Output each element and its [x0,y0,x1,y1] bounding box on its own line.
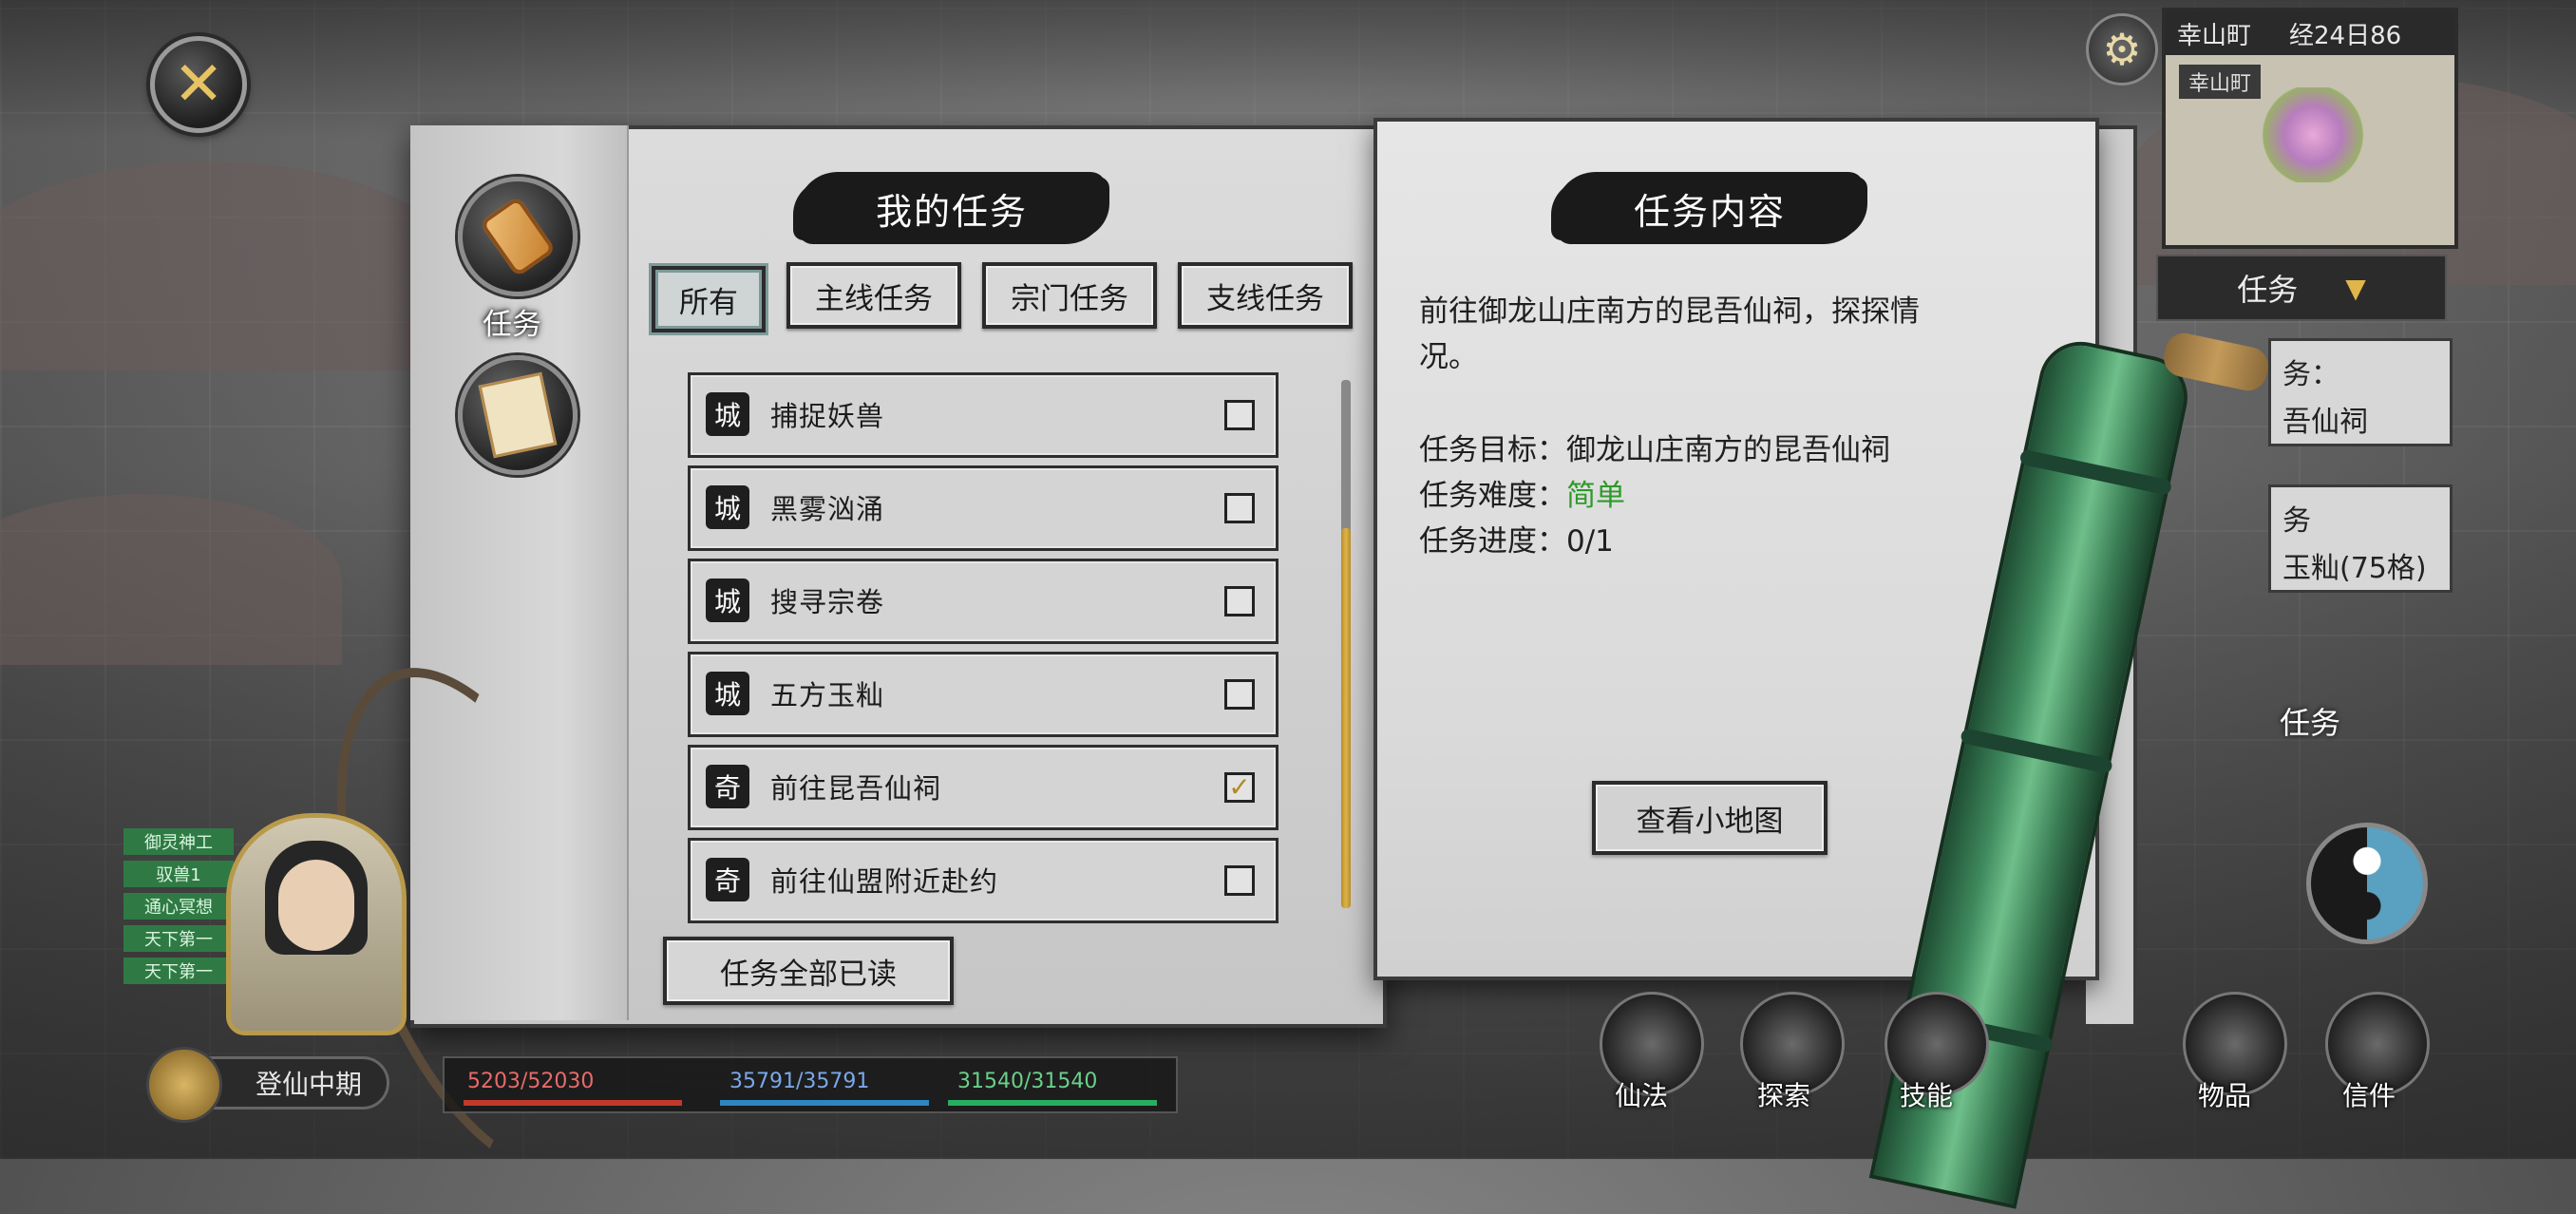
quest-progress: 任务进度：0/1 [1419,524,1614,559]
quest-checkbox[interactable] [1224,586,1255,616]
quest-row[interactable]: 城 黑雾汹涌 [688,465,1279,551]
quest-row-selected[interactable]: 奇 前往昆吾仙祠 ✓ [688,745,1279,830]
nav-letters-button[interactable] [458,355,578,475]
sp-bar [948,1100,1157,1106]
quest-description: 前往御龙山庄南方的昆吾仙祠，探探情 况。 [1419,294,1920,374]
quest-type-badge: 奇 [706,765,749,808]
dropdown-arrow-icon: ▼ [2345,272,2366,304]
scroll-icon [479,195,557,278]
quest-name: 前往仙盟附近赴约 [770,865,999,898]
quest-checkbox[interactable] [1224,865,1255,896]
minimap-location: 幸山町 [2179,65,2262,99]
bamboo-node [2018,448,2173,496]
quest-name: 前往昆吾仙祠 [770,772,942,805]
buff-list: 御灵神工 驭兽1 通心冥想 天下第一 天下第一 [123,828,234,990]
quest-row[interactable]: 奇 前往仙盟附近赴约 [688,838,1279,923]
task-side-label: 任务 [2280,705,2341,741]
quest-checkbox[interactable] [1224,400,1255,430]
difficulty-value: 简单 [1566,479,1625,513]
sp-value: 31540/31540 [957,1070,1098,1093]
quest-target: 任务目标：御龙山庄南方的昆吾仙祠 [1419,433,1890,467]
settings-button[interactable]: ⚙ [2086,13,2158,85]
stage-icon [146,1047,222,1123]
bag-label: 物品 [2198,1080,2252,1111]
quest-difficulty: 任务难度：简单 [1419,479,1625,513]
quest-row[interactable]: 城 搜寻宗卷 [688,559,1279,644]
quest-checkbox[interactable] [1224,493,1255,523]
minimap[interactable]: 幸山町 经24日86 幸山町 [2162,8,2458,249]
mp-bar [720,1100,929,1106]
minimap-marker [2261,87,2365,182]
tab-all[interactable]: 所有 [652,266,766,332]
quest-row[interactable]: 城 五方玉籼 [688,652,1279,737]
quest-checkbox-checked[interactable]: ✓ [1224,772,1255,803]
yinyang-icon[interactable] [2306,823,2428,944]
letter-icon [478,371,558,459]
close-icon: ✕ [173,49,224,120]
quest-name: 黑雾汹涌 [770,493,885,525]
quest-name: 捕捉妖兽 [770,400,885,432]
quest-row[interactable]: 城 捕捉妖兽 [688,372,1279,458]
tab-side-quests[interactable]: 支线任务 [1178,262,1353,329]
nav-quest-label: 任务 [483,308,541,342]
tab-main-quests[interactable]: 主线任务 [786,262,961,329]
detail-panel-title: 任务内容 [1558,175,1862,241]
bamboo-node [1960,727,2113,775]
buff-tag: 天下第一 [123,958,234,984]
quest-list-scrollbar-thumb[interactable] [1341,528,1351,908]
checkmark-icon: ✓ [1228,771,1251,803]
tab-sect-quests[interactable]: 宗门任务 [982,262,1157,329]
quest-name: 五方玉籼 [770,679,885,711]
hp-value: 5203/52030 [467,1070,595,1093]
quest-type-badge: 奇 [706,858,749,901]
skill-label: 技能 [1900,1080,1954,1111]
quest-panel-title: 我的任务 [800,175,1104,241]
tracked-quest-card[interactable]: 务： 吾仙祠 [2268,338,2453,446]
hp-bar [464,1100,682,1106]
minimap-header: 幸山町 经24日86 [2166,11,2454,55]
quest-type-badge: 城 [706,579,749,622]
quest-checkbox[interactable] [1224,679,1255,710]
quest-type-badge: 城 [706,392,749,436]
mark-all-read-button[interactable]: 任务全部已读 [663,937,954,1005]
explore-label: 探索 [1757,1080,1811,1111]
close-button[interactable]: ✕ [150,36,247,133]
buff-tag: 驭兽1 [123,861,234,887]
mp-value: 35791/35791 [729,1070,870,1093]
buff-tag: 通心冥想 [123,893,234,920]
gear-icon: ⚙ [2102,24,2142,75]
buff-tag: 天下第一 [123,925,234,952]
buff-tag: 御灵神工 [123,828,234,855]
view-minimap-button[interactable]: 查看小地图 [1592,781,1828,855]
tracked-quest-card[interactable]: 务 玉籼(75格) [2268,484,2453,593]
character-portrait[interactable] [226,813,407,1035]
mail-label: 信件 [2342,1080,2396,1111]
quest-type-badge: 城 [706,485,749,529]
quest-type-badge: 城 [706,672,749,715]
nav-quest-button[interactable] [458,177,578,296]
portrait-face [278,860,354,951]
task-dropdown[interactable]: 任务 ▼ [2156,255,2447,321]
quest-name: 搜寻宗卷 [770,586,885,618]
stats-bar: 5203/52030 35791/35791 31540/31540 [443,1056,1178,1113]
spell-label: 仙法 [1615,1080,1669,1111]
